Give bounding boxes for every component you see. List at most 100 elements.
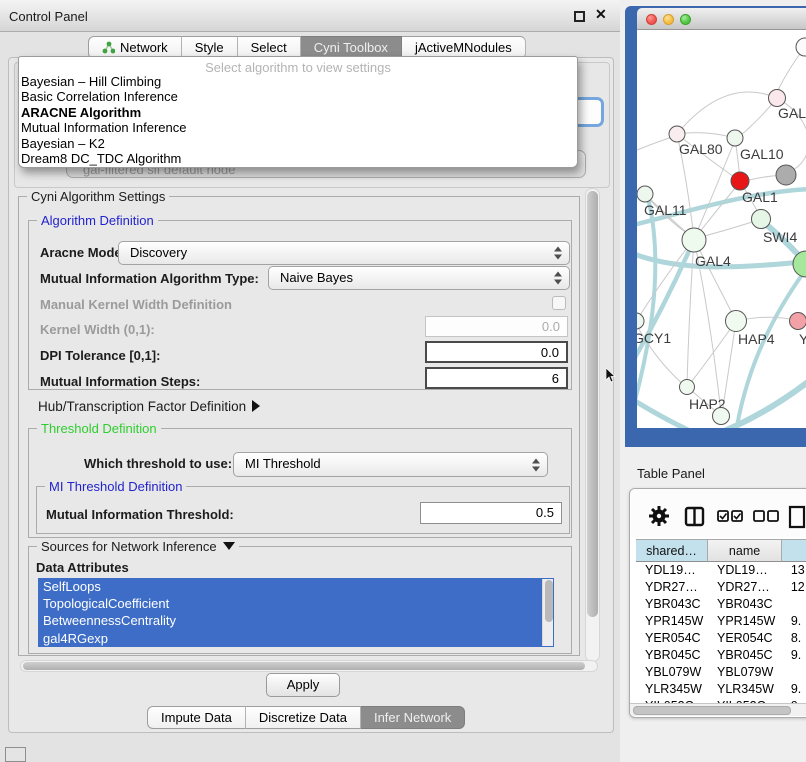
table-row[interactable]: YER054CYER054C8. bbox=[636, 630, 806, 647]
scrollbar-thumb[interactable] bbox=[633, 706, 791, 715]
mi-type-value: Naive Bayes bbox=[280, 270, 353, 285]
mi-threshold-value: 0.5 bbox=[536, 505, 554, 520]
mi-type-combo[interactable]: Naive Bayes bbox=[268, 266, 570, 290]
minimize-traffic-light-icon[interactable] bbox=[663, 14, 674, 25]
columns-icon[interactable] bbox=[686, 508, 703, 525]
network-node[interactable] bbox=[796, 38, 806, 56]
table-row[interactable]: YBR045CYBR045C9. bbox=[636, 647, 806, 664]
hub-section-toggle[interactable]: Hub/Transcription Factor Definition bbox=[38, 399, 260, 414]
network-node-gal1[interactable] bbox=[752, 210, 771, 229]
which-threshold-label: Which threshold to use: bbox=[84, 456, 232, 471]
document-icon[interactable] bbox=[790, 507, 804, 527]
network-window-titlebar[interactable] bbox=[637, 8, 806, 30]
node-label-gal1: GAL1 bbox=[742, 189, 778, 205]
node-label-hap4: HAP4 bbox=[738, 331, 775, 347]
table-row[interactable]: YLR345WYLR345W9. bbox=[636, 681, 806, 698]
network-node-gcy1[interactable] bbox=[637, 313, 644, 329]
dropdown-item-dream8-dc-tdc-algorithm[interactable]: Dream8 DC_TDC Algorithm bbox=[19, 151, 577, 166]
network-node-gal[interactable] bbox=[769, 90, 786, 107]
which-threshold-combo[interactable]: MI Threshold bbox=[233, 452, 548, 477]
network-node[interactable] bbox=[776, 165, 796, 185]
close-traffic-light-icon[interactable] bbox=[646, 14, 657, 25]
column-header-cut[interactable] bbox=[782, 539, 806, 562]
apply-button[interactable]: Apply bbox=[266, 673, 340, 697]
attribute-item-selfloops[interactable]: SelfLoops bbox=[38, 578, 554, 595]
network-node[interactable] bbox=[731, 172, 749, 190]
scrollbar-thumb[interactable] bbox=[545, 580, 553, 622]
network-node-hap2[interactable] bbox=[680, 380, 695, 395]
mi-steps-label: Mutual Information Steps: bbox=[40, 374, 200, 389]
table-panel-title: Table Panel bbox=[637, 466, 705, 481]
network-node-gal11[interactable] bbox=[637, 186, 653, 202]
sources-title-text: Sources for Network Inference bbox=[41, 539, 217, 554]
table-cell: YBR045C bbox=[636, 647, 708, 664]
network-node-gal10[interactable] bbox=[727, 130, 743, 146]
manual-kernel-checkbox[interactable] bbox=[552, 296, 566, 310]
table-row[interactable]: YBR043CYBR043C bbox=[636, 596, 806, 613]
network-canvas[interactable]: GALGAL80GAL10GAL11GAL1SWI4GAL4GCY1HAP4YH… bbox=[637, 30, 806, 428]
stepper-icon bbox=[532, 458, 541, 471]
float-window-icon[interactable] bbox=[574, 11, 585, 22]
table-cell: 13 bbox=[782, 562, 806, 579]
zoom-traffic-light-icon[interactable] bbox=[680, 14, 691, 25]
table-horizontal-scrollbar[interactable] bbox=[630, 703, 806, 716]
attribute-item-betweennesscentrality[interactable]: BetweennessCentrality bbox=[38, 612, 554, 629]
node-label-gal4: GAL4 bbox=[695, 253, 731, 269]
table-cell: YPR145W bbox=[708, 613, 782, 630]
mi-steps-field[interactable]: 6 bbox=[425, 367, 568, 389]
dropdown-item-bayesian-k2[interactable]: Bayesian – K2 bbox=[19, 136, 577, 151]
aracne-mode-combo[interactable]: Discovery bbox=[118, 241, 570, 265]
table-row[interactable]: YDL19…YDL19…13 bbox=[636, 562, 806, 579]
dpi-tolerance-field[interactable]: 0.0 bbox=[425, 341, 568, 363]
tab-label: Network bbox=[120, 37, 168, 58]
mi-type-label: Mutual Information Algorithm Type: bbox=[40, 271, 259, 286]
close-icon[interactable]: ✕ bbox=[595, 6, 607, 23]
unchecked-columns-icon[interactable] bbox=[754, 511, 778, 521]
dropdown-item-basic-correlation-inference[interactable]: Basic Correlation Inference bbox=[19, 89, 577, 104]
network-icon bbox=[102, 41, 115, 54]
table-body: YDL19…YDL19…13YDR27…YDR27…12YBR043CYBR04… bbox=[636, 562, 806, 703]
network-graph[interactable]: GALGAL80GAL10GAL11GAL1SWI4GAL4GCY1HAP4YH… bbox=[637, 30, 806, 428]
column-header-shared…[interactable]: shared… bbox=[636, 539, 708, 562]
algorithm-definition-title: Algorithm Definition bbox=[37, 213, 158, 228]
table-cell bbox=[782, 596, 806, 613]
table-toolbar bbox=[630, 489, 806, 537]
network-node-gal4[interactable] bbox=[682, 228, 706, 252]
dock-mini-button[interactable] bbox=[5, 747, 26, 762]
checked-columns-icon[interactable] bbox=[718, 511, 742, 521]
gear-icon[interactable] bbox=[649, 506, 669, 526]
dropdown-item-aracne-algorithm[interactable]: ARACNE Algorithm bbox=[19, 105, 577, 120]
column-header-name[interactable]: name bbox=[708, 539, 782, 562]
sources-group-title[interactable]: Sources for Network Inference bbox=[37, 539, 239, 554]
table-cell: YBL079W bbox=[708, 664, 782, 681]
scrollbar-thumb[interactable] bbox=[23, 662, 585, 670]
tab-label: Cyni Toolbox bbox=[314, 37, 388, 58]
table-row[interactable]: YBL079WYBL079W bbox=[636, 664, 806, 681]
aracne-mode-label: Aracne Mode: bbox=[40, 245, 126, 260]
table-row[interactable]: YPR145WYPR145W9. bbox=[636, 613, 806, 630]
attribute-item-gal4rgexp[interactable]: gal4RGexp bbox=[38, 630, 554, 647]
cyni-algorithm-settings-title: Cyni Algorithm Settings bbox=[27, 189, 169, 204]
network-node-hap4[interactable] bbox=[726, 311, 747, 332]
network-node-gal80[interactable] bbox=[669, 126, 685, 142]
dpi-tolerance-value: 0.0 bbox=[541, 345, 559, 360]
aracne-mode-value: Discovery bbox=[130, 245, 187, 260]
stepper-icon bbox=[554, 272, 563, 285]
settings-vertical-scrollbar[interactable] bbox=[585, 188, 600, 662]
bottom-tab-discretize-data[interactable]: Discretize Data bbox=[246, 706, 361, 729]
kernel-width-field[interactable]: 0.0 bbox=[425, 316, 568, 337]
attributes-scrollbar[interactable] bbox=[542, 579, 553, 646]
attribute-item-topologicalcoefficient[interactable]: TopologicalCoefficient bbox=[38, 595, 554, 612]
table-row[interactable]: YDR27…YDR27…12 bbox=[636, 579, 806, 596]
bottom-tab-impute-data[interactable]: Impute Data bbox=[147, 706, 246, 729]
scrollbar-thumb[interactable] bbox=[587, 191, 598, 617]
network-node-y[interactable] bbox=[790, 313, 806, 330]
network-node[interactable] bbox=[713, 408, 730, 425]
settings-horizontal-scrollbar[interactable] bbox=[20, 660, 598, 672]
mi-threshold-field[interactable]: 0.5 bbox=[420, 502, 562, 524]
dropdown-item-mutual-information-inference[interactable]: Mutual Information Inference bbox=[19, 120, 577, 135]
data-attributes-list[interactable]: SelfLoopsTopologicalCoefficientBetweenne… bbox=[38, 578, 554, 647]
table-toolbar-icons bbox=[630, 489, 806, 537]
dropdown-item-bayesian-hill-climbing[interactable]: Bayesian – Hill Climbing bbox=[19, 74, 577, 89]
bottom-tab-infer-network[interactable]: Infer Network bbox=[361, 706, 465, 729]
